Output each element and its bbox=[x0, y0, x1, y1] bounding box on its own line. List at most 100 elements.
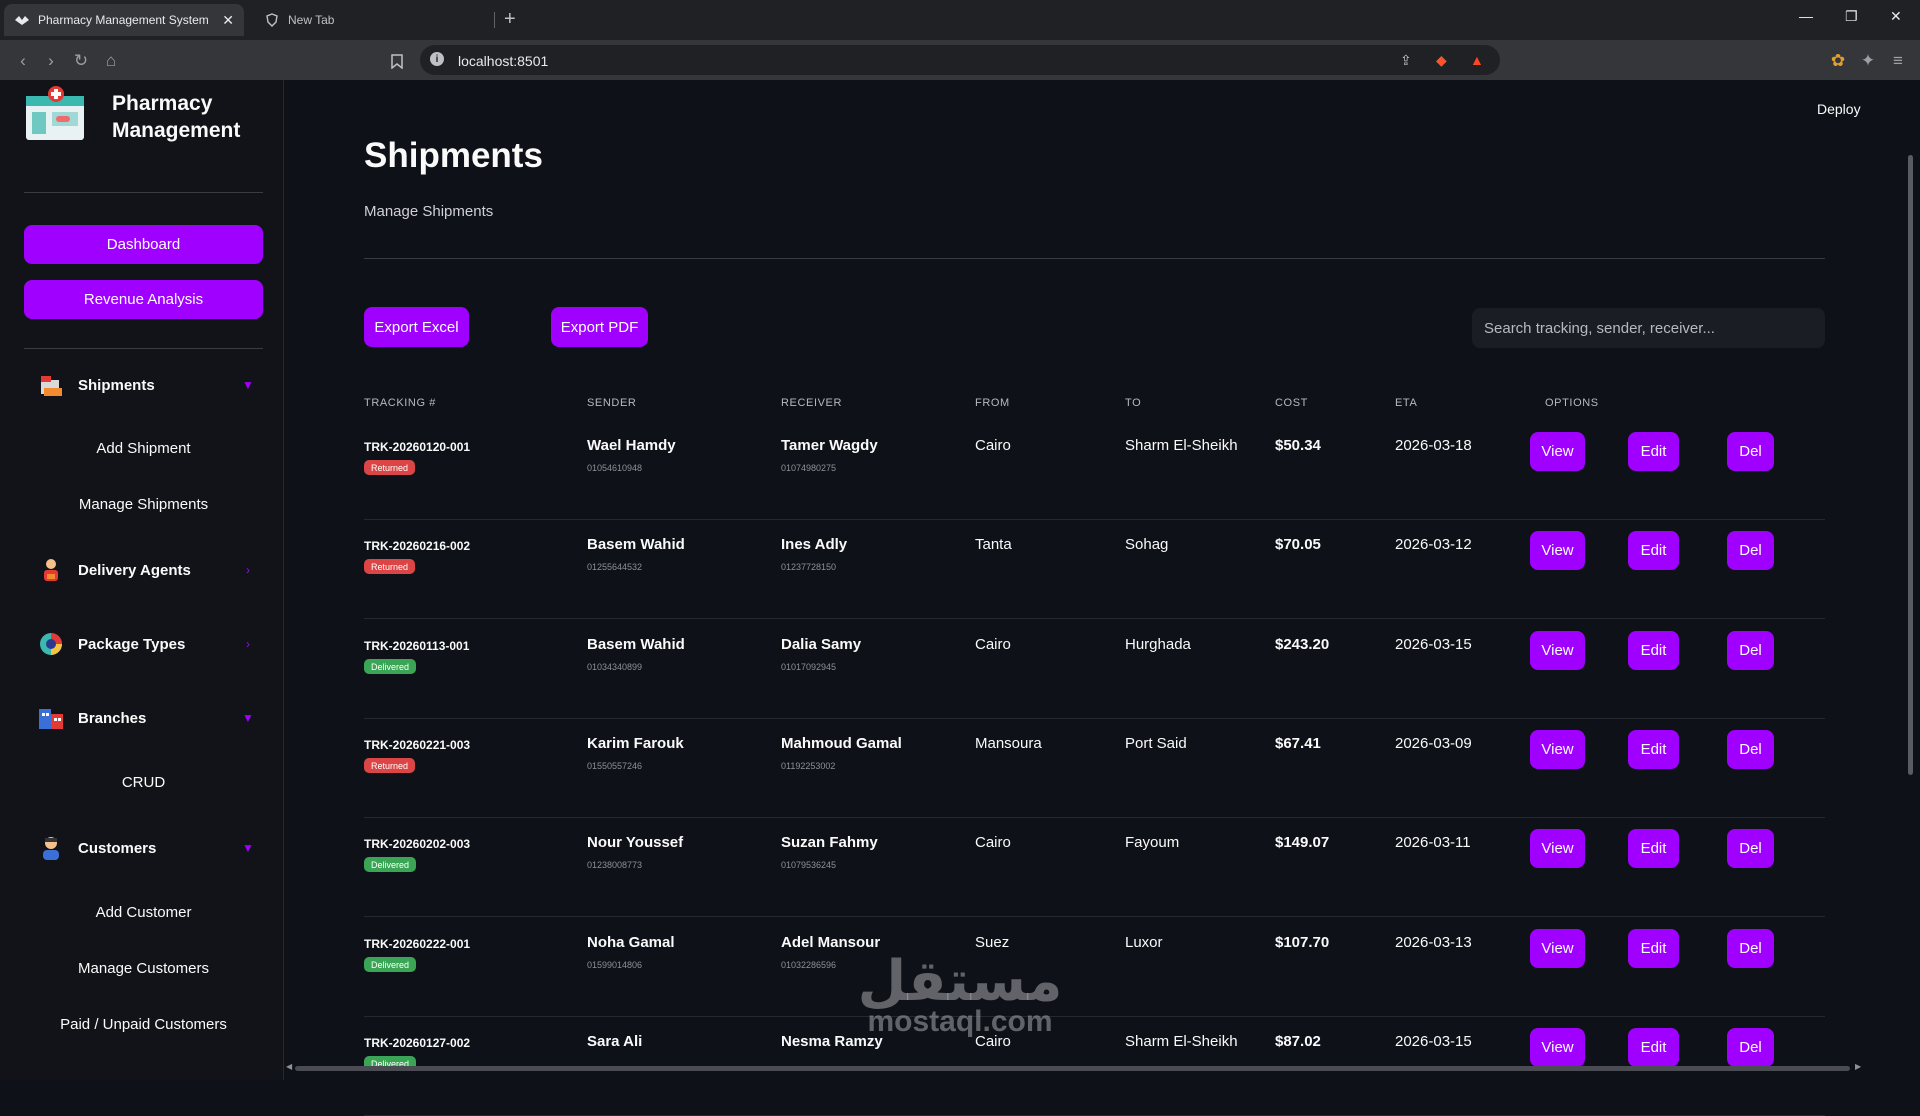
browser-tab-new[interactable]: New Tab bbox=[254, 4, 494, 36]
sidebar-section-package-types[interactable]: Package Types › bbox=[36, 627, 256, 661]
reload-icon[interactable]: ↻ bbox=[70, 50, 92, 72]
view-button[interactable]: View bbox=[1530, 730, 1585, 769]
sidebar-section-delivery-agents[interactable]: Delivery Agents › bbox=[36, 553, 256, 587]
view-button[interactable]: View bbox=[1530, 432, 1585, 471]
back-icon[interactable]: ‹ bbox=[12, 50, 34, 72]
deploy-button[interactable]: Deploy bbox=[1817, 101, 1861, 117]
receiver-phone: 01192253002 bbox=[781, 761, 836, 771]
sidebar-section-shipments[interactable]: Shipments ▼ bbox=[36, 368, 256, 402]
column-header-to: TO bbox=[1125, 397, 1142, 409]
delete-button[interactable]: Del bbox=[1727, 631, 1774, 670]
chevron-down-icon[interactable]: ▼ bbox=[240, 711, 256, 725]
tracking-number: TRK-20260222-001 bbox=[364, 937, 471, 951]
pharmacy-logo-icon bbox=[24, 86, 86, 142]
sidebar-item-manage-shipments[interactable]: Manage Shipments bbox=[24, 496, 263, 513]
chevron-down-icon[interactable]: ▼ bbox=[240, 841, 256, 855]
chevron-right-icon[interactable]: › bbox=[240, 563, 256, 577]
sidebar-section-branches[interactable]: Branches ▼ bbox=[36, 701, 256, 735]
edit-button[interactable]: Edit bbox=[1628, 631, 1679, 670]
wallet-icon[interactable]: ✿ bbox=[1827, 50, 1849, 72]
delete-button[interactable]: Del bbox=[1727, 929, 1774, 968]
sidebar-section-label: Branches bbox=[78, 709, 147, 727]
column-header-sender: SENDER bbox=[587, 397, 637, 409]
close-tab-icon[interactable]: ✕ bbox=[222, 12, 234, 29]
sidebar-divider bbox=[24, 348, 263, 349]
minimize-icon[interactable]: — bbox=[1799, 8, 1813, 24]
extensions-icon[interactable]: ✦ bbox=[1857, 50, 1879, 72]
branches-icon bbox=[36, 703, 66, 733]
sidebar-section-label: Delivery Agents bbox=[78, 561, 191, 579]
shipment-cost: $149.07 bbox=[1275, 834, 1330, 851]
sidebar-item-add-customer[interactable]: Add Customer bbox=[24, 904, 263, 921]
tracking-number: TRK-20260216-002 bbox=[364, 539, 471, 553]
shipment-cost: $67.41 bbox=[1275, 735, 1321, 752]
receiver-name: Adel Mansour bbox=[781, 934, 881, 951]
home-icon[interactable]: ⌂ bbox=[100, 50, 122, 72]
menu-icon[interactable]: ≡ bbox=[1887, 50, 1909, 72]
sidebar-section-customers[interactable]: Customers ▼ bbox=[36, 831, 256, 865]
view-button[interactable]: View bbox=[1530, 829, 1585, 868]
sidebar-item-paid-unpaid-customers[interactable]: Paid / Unpaid Customers bbox=[24, 1016, 263, 1033]
receiver-phone: 01017092945 bbox=[781, 662, 837, 672]
new-tab-icon[interactable]: + bbox=[504, 8, 516, 31]
edit-button[interactable]: Edit bbox=[1628, 829, 1679, 868]
shipment-cost: $107.70 bbox=[1275, 934, 1330, 951]
eta-date: 2026-03-11 bbox=[1395, 834, 1471, 851]
delete-button[interactable]: Del bbox=[1727, 531, 1774, 570]
tracking-number: TRK-20260113-001 bbox=[364, 639, 470, 653]
status-badge: Returned bbox=[364, 559, 416, 574]
view-button[interactable]: View bbox=[1530, 631, 1585, 670]
close-window-icon[interactable]: ✕ bbox=[1890, 8, 1902, 25]
export-pdf-button[interactable]: Export PDF bbox=[551, 307, 648, 347]
edit-button[interactable]: Edit bbox=[1628, 730, 1679, 769]
to-city: Sharm El-Sheikh bbox=[1125, 1033, 1238, 1050]
tab-title: Pharmacy Management System bbox=[38, 13, 209, 27]
status-badge: Delivered bbox=[364, 659, 417, 674]
browser-tab-active[interactable]: Pharmacy Management System ✕ bbox=[4, 4, 244, 36]
chevron-right-icon[interactable]: › bbox=[240, 637, 256, 651]
to-city: Port Said bbox=[1125, 735, 1187, 752]
sidebar-divider bbox=[24, 192, 263, 193]
table-row: TRK-20260120-001 Returned Wael Hamdy 010546… bbox=[364, 421, 1825, 520]
receiver-phone: 01237728150 bbox=[781, 562, 837, 572]
scroll-left-icon[interactable]: ◀ bbox=[286, 1062, 292, 1071]
site-info-icon[interactable]: i bbox=[430, 52, 444, 66]
eta-date: 2026-03-15 bbox=[1395, 636, 1472, 653]
forward-icon[interactable]: › bbox=[40, 50, 62, 72]
vertical-scrollbar[interactable] bbox=[1908, 155, 1913, 775]
share-icon[interactable]: ⇪ bbox=[1400, 52, 1412, 69]
view-button[interactable]: View bbox=[1530, 929, 1585, 968]
delete-button[interactable]: Del bbox=[1727, 432, 1774, 471]
horizontal-scrollbar[interactable] bbox=[295, 1066, 1850, 1071]
package-types-icon bbox=[36, 629, 66, 659]
edit-button[interactable]: Edit bbox=[1628, 531, 1679, 570]
view-button[interactable]: View bbox=[1530, 1028, 1585, 1067]
restore-icon[interactable]: ❐ bbox=[1845, 8, 1858, 25]
sidebar-item-add-shipment[interactable]: Add Shipment bbox=[24, 440, 263, 457]
scroll-right-icon[interactable]: ▶ bbox=[1855, 1062, 1861, 1071]
customer-icon bbox=[36, 833, 66, 863]
sidebar-item-crud[interactable]: CRUD bbox=[24, 774, 263, 791]
export-excel-button[interactable]: Export Excel bbox=[364, 307, 469, 347]
to-city: Fayoum bbox=[1125, 834, 1180, 851]
view-button[interactable]: View bbox=[1530, 531, 1585, 570]
sidebar: Pharmacy Management Dashboard Revenue An… bbox=[0, 80, 284, 1080]
brave-shields-icon[interactable]: ◆ bbox=[1436, 52, 1447, 69]
brave-rewards-icon[interactable]: ▲ bbox=[1470, 52, 1484, 68]
sender-name: Nour Youssef bbox=[587, 834, 684, 851]
sidebar-item-manage-customers[interactable]: Manage Customers bbox=[24, 960, 263, 977]
delete-button[interactable]: Del bbox=[1727, 829, 1774, 868]
dashboard-button[interactable]: Dashboard bbox=[24, 225, 263, 264]
bookmark-icon[interactable] bbox=[386, 50, 408, 72]
sender-phone: 01034340899 bbox=[587, 662, 643, 672]
edit-button[interactable]: Edit bbox=[1628, 929, 1679, 968]
edit-button[interactable]: Edit bbox=[1628, 432, 1679, 471]
sidebar-section-label: Package Types bbox=[78, 635, 186, 653]
search-input[interactable] bbox=[1472, 308, 1825, 348]
delete-button[interactable]: Del bbox=[1727, 1028, 1774, 1067]
revenue-analysis-button[interactable]: Revenue Analysis bbox=[24, 280, 263, 319]
delete-button[interactable]: Del bbox=[1727, 730, 1774, 769]
edit-button[interactable]: Edit bbox=[1628, 1028, 1679, 1067]
chevron-down-icon[interactable]: ▼ bbox=[240, 378, 256, 392]
address-bar[interactable]: i localhost:8501 ⇪ ◆ ▲ bbox=[420, 45, 1500, 75]
